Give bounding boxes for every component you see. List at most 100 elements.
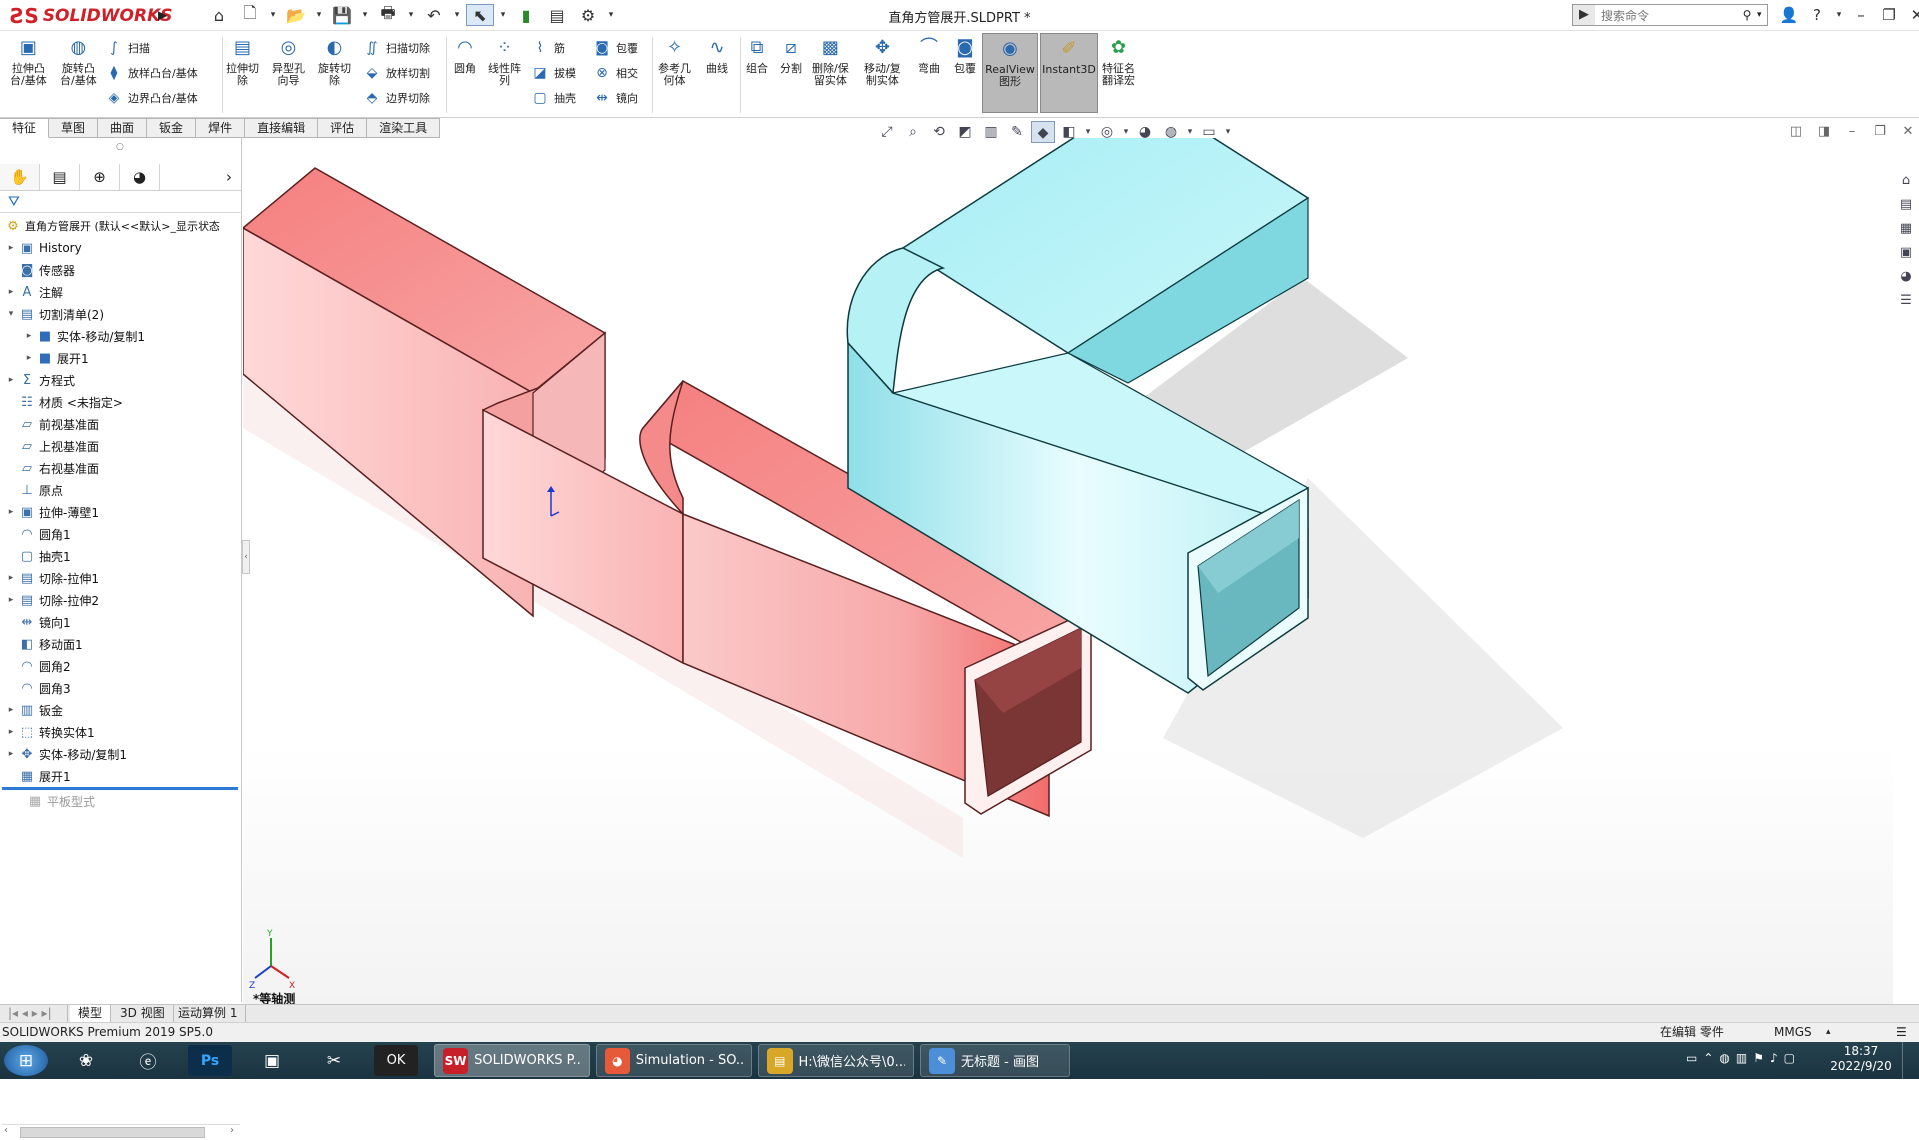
panel-collapse-handle[interactable]: ‹ bbox=[242, 540, 250, 574]
start-button-icon[interactable]: ⊞ bbox=[4, 1045, 48, 1076]
property-manager-tab-icon[interactable]: ▤ bbox=[40, 163, 80, 190]
hole-wizard-button[interactable]: ◎ 异型孔 向导 bbox=[272, 35, 305, 87]
monitor-dropdown-icon[interactable]: ▾ bbox=[1223, 121, 1233, 143]
tree-item[interactable]: ▸ ✥ 实体-移动/复制1 bbox=[0, 743, 242, 765]
tree-expand-icon[interactable]: ▸ bbox=[4, 287, 18, 297]
hide-show-dropdown-icon[interactable]: ▾ bbox=[1121, 121, 1131, 143]
flex-button[interactable]: ⌒ 弯曲 bbox=[916, 35, 942, 75]
tab-3d-views[interactable]: 3D 视图 bbox=[112, 1005, 174, 1023]
swept-cut-button[interactable]: ∬ 扫描切除 bbox=[362, 37, 430, 59]
tab-weldments[interactable]: 焊件 bbox=[196, 118, 246, 138]
viewport-close-icon[interactable]: ✕ bbox=[1897, 124, 1919, 142]
tree-item[interactable]: ◙ 传感器 bbox=[0, 259, 242, 281]
pinned-app-icon[interactable]: ❀ bbox=[64, 1045, 108, 1076]
tree-item[interactable]: ▸ A 注解 bbox=[0, 281, 242, 303]
shell-button[interactable]: ▢ 抽壳 bbox=[530, 87, 576, 109]
solidworks-resources-icon[interactable]: ⌂ bbox=[1895, 170, 1917, 192]
tree-expand-icon[interactable]: ▾ bbox=[4, 309, 18, 319]
tab-direct-editing[interactable]: 直接编辑 bbox=[245, 118, 319, 138]
tray-app-icon[interactable]: ◍ bbox=[1719, 1051, 1729, 1065]
tab-evaluate[interactable]: 评估 bbox=[318, 118, 368, 138]
boundary-cut-button[interactable]: ⬘ 边界切除 bbox=[362, 87, 430, 109]
zoom-area-icon[interactable]: ⌕ bbox=[901, 121, 925, 143]
tree-item[interactable]: ▸ ■ 实体-移动/复制1 bbox=[0, 325, 242, 347]
tray-display-icon[interactable]: ▢ bbox=[1784, 1051, 1795, 1065]
taskbar-app[interactable]: ✎ 无标题 - 画图 bbox=[920, 1044, 1070, 1077]
display-style-icon[interactable]: ◧ bbox=[1057, 121, 1081, 143]
view-settings-icon[interactable]: ✎ bbox=[1005, 121, 1029, 143]
tree-item[interactable]: ▱ 上视基准面 bbox=[0, 435, 242, 457]
tree-item[interactable]: ☷ 材质 <未指定> bbox=[0, 391, 242, 413]
instant3d-button[interactable]: ✐ Instant3D bbox=[1040, 33, 1098, 113]
tree-item[interactable]: ⊥ 原点 bbox=[0, 479, 242, 501]
taskbar-app[interactable]: SW SOLIDWORKS P... bbox=[434, 1044, 590, 1077]
edit-appearance-icon[interactable]: ◕ bbox=[1133, 121, 1157, 143]
tree-item[interactable]: ▾ ▤ 切割清单(2) bbox=[0, 303, 242, 325]
search-command-box[interactable]: ▶ 搜索命令 ⚲ ▾ bbox=[1572, 4, 1768, 26]
tray-keyboard-icon[interactable]: ▭ bbox=[1686, 1051, 1697, 1065]
tree-item-flat-pattern[interactable]: ▦ 平板型式 bbox=[0, 790, 242, 812]
tray-flag-icon[interactable]: ⚑ bbox=[1753, 1051, 1764, 1065]
tree-expand-icon[interactable]: ▸ bbox=[4, 595, 18, 605]
tree-item[interactable]: ⇹ 镜向1 bbox=[0, 611, 242, 633]
tree-root[interactable]: ⚙ 直角方管展开 (默认<<默认>_显示状态 bbox=[0, 215, 242, 237]
dynamic-annotation-icon[interactable]: ▥ bbox=[979, 121, 1003, 143]
revolve-cut-button[interactable]: ◐ 旋转切 除 bbox=[318, 35, 351, 87]
tray-volume-icon[interactable]: ♪ bbox=[1770, 1051, 1778, 1065]
mirror-button[interactable]: ⇹ 镜向 bbox=[592, 87, 638, 109]
view-palette-icon[interactable]: ▣ bbox=[1895, 242, 1917, 264]
viewport-restore-icon[interactable]: ❐ bbox=[1869, 124, 1891, 142]
tree-expand-icon[interactable]: ▸ bbox=[4, 375, 18, 385]
tools-icon[interactable]: ✂ bbox=[312, 1045, 356, 1076]
tree-item[interactable]: ◧ 移动面1 bbox=[0, 633, 242, 655]
tree-item[interactable]: ▸ Σ 方程式 bbox=[0, 369, 242, 391]
feature-manager-tab-icon[interactable]: ✋ bbox=[0, 163, 40, 190]
tree-expand-icon[interactable]: ▸ bbox=[4, 243, 18, 253]
close-icon[interactable]: ✕ bbox=[1906, 4, 1919, 26]
tree-item[interactable]: ▢ 抽壳1 bbox=[0, 545, 242, 567]
tray-expand-icon[interactable]: ⌃ bbox=[1703, 1051, 1713, 1065]
help-dropdown-icon[interactable]: ▾ bbox=[1834, 4, 1844, 26]
display-manager-tab-icon[interactable]: ◕ bbox=[120, 163, 160, 190]
edge-browser-icon[interactable]: ⓔ bbox=[126, 1045, 170, 1076]
custom-properties-icon[interactable]: ☰ bbox=[1895, 290, 1917, 312]
tray-network-icon[interactable]: ▥ bbox=[1736, 1051, 1747, 1065]
tab-features[interactable]: 特征 bbox=[0, 118, 50, 138]
tree-item[interactable]: ▸ ▤ 切除-拉伸2 bbox=[0, 589, 242, 611]
tree-expand-icon[interactable]: ▸ bbox=[22, 353, 36, 363]
view-orientation-cube-icon[interactable]: ◆ bbox=[1031, 121, 1055, 143]
appearances-icon[interactable]: ◕ bbox=[1895, 266, 1917, 288]
hide-show-items-icon[interactable]: ◎ bbox=[1095, 121, 1119, 143]
monitor-view-icon[interactable]: ▭ bbox=[1197, 121, 1221, 143]
tree-item[interactable]: ▸ ▣ 拉伸-薄壁1 bbox=[0, 501, 242, 523]
configuration-manager-tab-icon[interactable]: ⊕ bbox=[80, 163, 120, 190]
fillet-button[interactable]: ◠ 圆角 bbox=[452, 35, 478, 75]
taskbar-app[interactable]: ▤ H:\微信公众号\0... bbox=[758, 1044, 914, 1077]
extrude-cut-button[interactable]: ▤ 拉伸切 除 bbox=[226, 35, 259, 87]
tree-expand-icon[interactable]: ▸ bbox=[4, 573, 18, 583]
tree-item[interactable]: ▸ ▣ History bbox=[0, 237, 242, 259]
previous-view-icon[interactable]: ⟲ bbox=[927, 121, 951, 143]
tree-expand-icon[interactable]: ▸ bbox=[4, 705, 18, 715]
loft-button[interactable]: ⧫ 放样凸台/基体 bbox=[104, 62, 198, 84]
viewport-minimize-icon[interactable]: – bbox=[1841, 124, 1863, 142]
tree-expand-icon[interactable]: ▸ bbox=[4, 507, 18, 517]
tab-surfaces[interactable]: 曲面 bbox=[98, 118, 148, 138]
tab-sheet-metal[interactable]: 钣金 bbox=[147, 118, 197, 138]
lofted-cut-button[interactable]: ⬙ 放样切割 bbox=[362, 62, 430, 84]
tree-item[interactable]: ▦ 展开1 bbox=[0, 765, 242, 787]
restore-icon[interactable]: ❐ bbox=[1878, 4, 1900, 26]
tab-render-tools[interactable]: 渲染工具 bbox=[367, 118, 441, 138]
extrude-boss-button[interactable]: ▣ 拉伸凸 台/基体 bbox=[10, 35, 47, 87]
units-dropdown-icon[interactable]: ▴ bbox=[1826, 1023, 1831, 1042]
move-copy-body-button[interactable]: ✥ 移动/复 制实体 bbox=[864, 35, 901, 87]
rib-button[interactable]: ⌇ 筋 bbox=[530, 37, 565, 59]
tree-item[interactable]: ▱ 右视基准面 bbox=[0, 457, 242, 479]
tree-item[interactable]: ◠ 圆角1 bbox=[0, 523, 242, 545]
tree-expand-icon[interactable]: ▸ bbox=[22, 331, 36, 341]
split-button[interactable]: ⧄ 分割 bbox=[778, 35, 804, 75]
system-clock[interactable]: 18:37 2022/9/20 bbox=[1826, 1044, 1896, 1077]
photoshop-icon[interactable]: Ps bbox=[188, 1045, 232, 1076]
design-library-icon[interactable]: ▤ bbox=[1895, 194, 1917, 216]
section-view-icon[interactable]: ◩ bbox=[953, 121, 977, 143]
